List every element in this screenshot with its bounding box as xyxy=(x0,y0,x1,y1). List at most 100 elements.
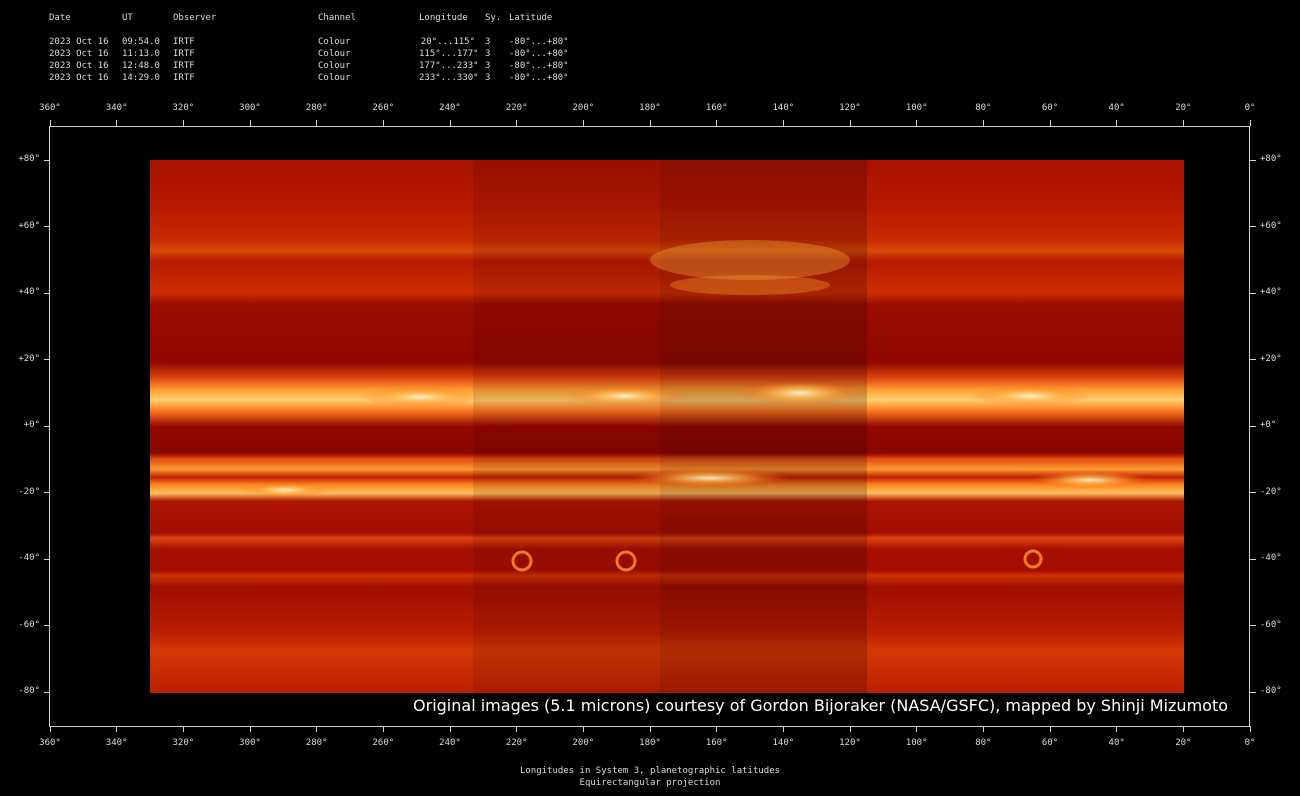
longitude-tick xyxy=(116,120,118,126)
longitude-tick xyxy=(582,726,584,732)
latitude-tick-label: +20° xyxy=(1260,353,1282,364)
header-observer: Observer xyxy=(173,13,217,23)
latitude-tick xyxy=(44,226,50,227)
cell-latitude: -80°...+80° xyxy=(509,49,569,59)
longitude-tick-label: 300° xyxy=(239,738,261,748)
latitude-tick xyxy=(1250,492,1256,493)
cell-sy: 3 xyxy=(485,61,491,71)
longitude-tick-label: 220° xyxy=(505,103,528,113)
cell-observer: IRTF xyxy=(173,61,195,71)
longitude-tick xyxy=(49,726,51,732)
latitude-tick xyxy=(44,425,50,427)
longitude-tick xyxy=(182,120,184,126)
longitude-tick-label: 260° xyxy=(372,738,395,748)
longitude-tick xyxy=(716,120,718,126)
latitude-tick-label: +0° xyxy=(1260,420,1277,430)
cell-ut: 12:48.0 xyxy=(122,61,160,71)
longitude-tick-label: 320° xyxy=(172,103,195,113)
longitude-tick-label: 80° xyxy=(975,738,992,748)
longitude-tick-label: 80° xyxy=(975,103,992,113)
cell-observer: IRTF xyxy=(173,73,195,83)
longitude-tick xyxy=(849,120,851,126)
jupiter-map-image xyxy=(150,160,1184,693)
longitude-tick xyxy=(449,726,451,732)
table-row: 2023 Oct 16 12:48.0 IRTF Colour 177°...2… xyxy=(49,60,569,72)
latitude-tick-label: +40° xyxy=(1260,287,1282,297)
latitude-tick xyxy=(44,292,50,294)
longitude-tick-label: 280° xyxy=(305,738,328,748)
longitude-tick xyxy=(1049,120,1051,126)
latitude-tick xyxy=(44,359,50,360)
table-header-row: Date UT Observer Channel Longitude Sy. L… xyxy=(49,12,552,24)
longitude-tick xyxy=(1116,120,1118,126)
cell-channel: Colour xyxy=(318,61,351,71)
latitude-tick xyxy=(44,159,50,161)
longitude-tick xyxy=(1249,120,1251,126)
longitude-tick xyxy=(782,726,784,732)
longitude-tick xyxy=(716,726,718,732)
latitude-tick xyxy=(1250,359,1256,360)
longitude-tick-label: 220° xyxy=(505,738,528,748)
longitude-tick-label: 140° xyxy=(772,738,795,748)
footer-coordinates-note: Longitudes in System 3, planetographic l… xyxy=(519,766,781,776)
cell-date: 2023 Oct 16 xyxy=(49,37,109,47)
header-ut: UT xyxy=(122,13,133,23)
latitude-tick-label: +40° xyxy=(18,287,40,297)
longitude-tick-label: 0° xyxy=(1244,738,1256,748)
latitude-tick-label: -40° xyxy=(1260,553,1282,563)
longitude-tick xyxy=(916,120,918,126)
cell-latitude: -80°...+80° xyxy=(509,73,569,83)
longitude-tick xyxy=(316,120,318,126)
latitude-tick xyxy=(1250,558,1256,560)
longitude-tick xyxy=(1182,120,1184,126)
latitude-tick-label: -80° xyxy=(1260,686,1282,696)
latitude-tick xyxy=(1250,159,1256,161)
longitude-tick xyxy=(1182,726,1184,732)
latitude-tick xyxy=(1250,226,1256,227)
longitude-tick xyxy=(982,726,984,732)
longitude-tick-label: 320° xyxy=(172,738,195,748)
longitude-tick xyxy=(849,726,851,732)
table-row: 2023 Oct 16 14:29.0 IRTF Colour 233°...3… xyxy=(49,72,569,84)
longitude-tick-label: 120° xyxy=(839,103,861,113)
cell-ut: 11:13.0 xyxy=(122,49,160,59)
cell-channel: Colour xyxy=(318,37,351,47)
longitude-tick-label: 240° xyxy=(439,103,461,113)
longitude-tick xyxy=(516,120,518,126)
latitude-tick xyxy=(1250,691,1256,693)
header-latitude: Latitude xyxy=(509,13,553,23)
longitude-tick xyxy=(449,120,451,126)
longitude-tick xyxy=(382,120,384,126)
longitude-tick-label: 60° xyxy=(1041,103,1059,113)
latitude-tick-label: -20° xyxy=(18,486,40,497)
cell-latitude: -80°...+80° xyxy=(509,37,569,47)
jupiter-5-micron-mosaic xyxy=(150,160,1184,693)
header-sy: Sy. xyxy=(485,13,502,23)
longitude-tick-label: 20° xyxy=(1175,738,1192,748)
longitude-tick-label: 200° xyxy=(572,738,595,748)
cell-ut: 09:54.0 xyxy=(122,37,160,47)
latitude-tick-label: +80° xyxy=(1260,154,1282,164)
longitude-tick xyxy=(1049,726,1051,732)
latitude-tick-label: -80° xyxy=(18,686,40,696)
table-row: 2023 Oct 16 11:13.0 IRTF Colour 115°...1… xyxy=(49,48,569,60)
longitude-tick-label: 180° xyxy=(639,103,661,113)
latitude-tick xyxy=(44,625,50,626)
longitude-tick-label: 160° xyxy=(705,738,728,748)
latitude-tick-label: -60° xyxy=(18,619,40,630)
header-date: Date xyxy=(49,13,71,23)
cell-channel: Colour xyxy=(318,73,351,83)
cell-longitude: 233°...330° xyxy=(419,73,479,83)
header-longitude: Longitude xyxy=(419,13,468,23)
longitude-tick-label: 200° xyxy=(572,103,595,113)
longitude-tick xyxy=(649,726,651,732)
latitude-tick xyxy=(44,558,50,560)
longitude-tick-label: 360° xyxy=(39,103,61,113)
image-credit: Original images (5.1 microns) courtesy o… xyxy=(413,696,1228,715)
latitude-tick-label: +80° xyxy=(18,154,40,164)
cell-observer: IRTF xyxy=(173,37,195,47)
longitude-tick-label: 40° xyxy=(1108,103,1125,113)
longitude-tick-label: 100° xyxy=(905,738,928,748)
longitude-tick-label: 0° xyxy=(1244,103,1256,113)
longitude-tick xyxy=(316,726,318,732)
